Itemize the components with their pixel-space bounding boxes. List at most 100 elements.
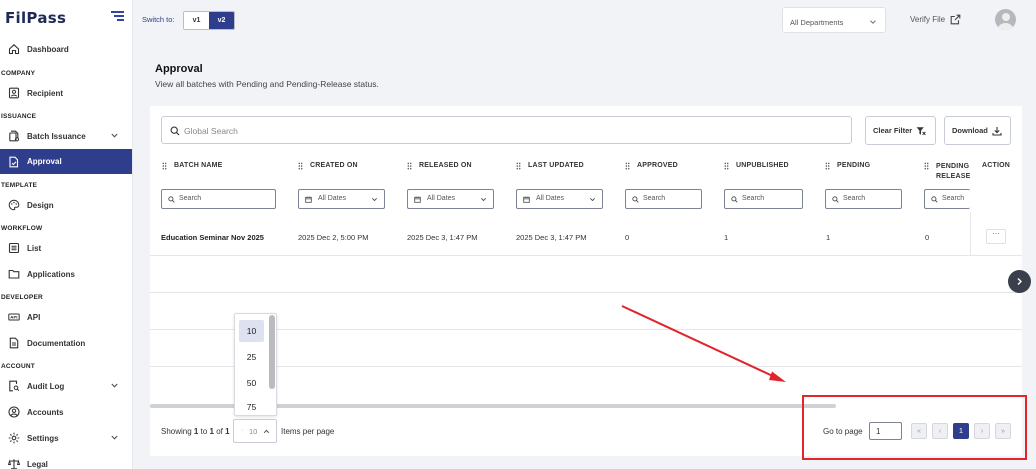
sidebar-item-audit-log[interactable]: Audit Log — [0, 374, 132, 398]
sidebar-item-applications[interactable]: Applications — [0, 262, 132, 286]
global-search-input[interactable]: Global Search — [161, 116, 852, 144]
sidebar-collapse-icon[interactable] — [111, 11, 124, 22]
sidebar-item-api[interactable]: API API — [0, 305, 132, 329]
filter-released-on[interactable]: All Dates — [407, 189, 494, 209]
version-v1-button[interactable]: v1 — [184, 12, 209, 29]
download-button[interactable]: Download — [944, 116, 1011, 145]
column-header-unpublished[interactable]: UNPUBLISHED — [724, 162, 789, 170]
palette-icon — [7, 199, 20, 212]
column-header-label: PENDING — [837, 162, 871, 169]
cell-unpublished: 1 — [724, 233, 729, 242]
items-per-page-option[interactable]: 10 — [239, 320, 264, 342]
sidebar-item-label: Audit Log — [27, 381, 65, 391]
sidebar-item-list[interactable]: List — [0, 236, 132, 260]
calendar-icon — [414, 196, 421, 203]
scales-icon — [7, 458, 20, 469]
drag-handle-icon[interactable] — [298, 162, 303, 170]
search-icon — [832, 196, 839, 203]
cell-created-on: 2025 Dec 2, 5:00 PM — [298, 233, 369, 242]
filter-batch-name[interactable]: Search — [161, 189, 276, 209]
version-switch-label: Switch to: — [142, 15, 175, 24]
user-avatar[interactable] — [995, 9, 1016, 30]
sidebar-item-dashboard[interactable]: Dashboard — [0, 37, 132, 61]
items-per-page-select[interactable]: · 10 — [233, 419, 277, 443]
sidebar-item-accounts[interactable]: Accounts — [0, 400, 132, 424]
row-actions-button[interactable]: ··· — [986, 229, 1006, 244]
sidebar-item-recipient[interactable]: Recipient — [0, 81, 132, 105]
drag-handle-icon[interactable] — [516, 162, 521, 170]
chevron-up-icon — [263, 429, 270, 434]
sidebar-item-label: Accounts — [27, 407, 64, 417]
items-per-page-option[interactable]: 50 — [239, 372, 264, 394]
search-icon — [632, 196, 639, 203]
column-header-created-on[interactable]: CREATED ON — [298, 162, 358, 170]
sidebar-item-settings[interactable]: Settings — [0, 426, 132, 450]
document-search-icon — [7, 380, 20, 393]
drag-handle-icon[interactable] — [825, 162, 830, 170]
filter-approved[interactable]: Search — [625, 189, 702, 209]
dropdown-scrollbar[interactable] — [269, 315, 275, 389]
filter-placeholder: All Dates — [536, 195, 565, 202]
document-icon — [7, 337, 20, 350]
version-v2-button[interactable]: v2 — [209, 12, 234, 29]
column-header-approved[interactable]: APPROVED — [625, 162, 678, 170]
clear-filter-button[interactable]: Clear Filter — [865, 116, 936, 145]
cell-pending: 1 — [826, 233, 831, 242]
download-label: Download — [952, 126, 988, 135]
cell-batch-name[interactable]: Education Seminar Nov 2025 — [161, 233, 264, 242]
sidebar-item-documentation[interactable]: Documentation — [0, 331, 132, 355]
sidebar-item-design[interactable]: Design — [0, 193, 132, 217]
column-header-released-on[interactable]: RELEASED ON — [407, 162, 472, 170]
column-header-last-updated[interactable]: LAST UPDATED — [516, 162, 584, 170]
column-header-batch-name[interactable]: BATCH NAME — [162, 162, 223, 170]
sidebar-item-label: List — [27, 243, 42, 253]
download-icon — [992, 126, 1002, 136]
home-icon — [7, 43, 20, 56]
annotation-highlight-box — [802, 395, 1027, 460]
drag-handle-icon[interactable] — [407, 162, 412, 170]
chevron-down-icon — [372, 198, 377, 202]
sidebar-item-approval[interactable]: Approval — [0, 149, 132, 174]
filter-clear-icon — [916, 126, 926, 135]
column-header-action: ACTION — [982, 162, 1010, 169]
items-per-page-dropdown: 10 25 50 75 — [234, 313, 277, 416]
drag-handle-icon[interactable] — [724, 162, 729, 170]
row-divider — [150, 292, 1022, 293]
drag-handle-icon[interactable] — [162, 162, 167, 170]
sidebar-item-batch-issuance[interactable]: Batch Issuance — [0, 124, 132, 148]
items-per-page-option[interactable]: 25 — [239, 346, 264, 368]
column-header-label: PENDING RELEASE — [936, 163, 971, 180]
items-per-page-option[interactable]: 75 — [239, 398, 264, 416]
row-divider — [150, 329, 1022, 330]
filter-placeholder: Search — [942, 195, 965, 202]
chevron-right-icon — [1017, 278, 1022, 285]
scroll-right-button[interactable] — [1008, 270, 1031, 293]
verify-file-link[interactable]: Verify File — [910, 14, 961, 25]
api-icon: API — [7, 311, 20, 324]
column-header-label: UNPUBLISHED — [736, 162, 789, 169]
select-caret-icon: · — [241, 427, 244, 434]
filter-created-on[interactable]: All Dates — [298, 189, 385, 209]
column-header-pending-release[interactable]: PENDING RELEASE — [924, 162, 972, 182]
search-icon — [168, 196, 175, 203]
cell-released-on: 2025 Dec 3, 1:47 PM — [407, 233, 478, 242]
chevron-down-icon — [590, 198, 595, 202]
column-header-label: APPROVED — [637, 162, 678, 169]
drag-handle-icon[interactable] — [625, 162, 630, 170]
showing-total: 1 — [225, 427, 230, 436]
column-header-pending[interactable]: PENDING — [825, 162, 870, 170]
filter-placeholder: All Dates — [427, 195, 456, 202]
drag-handle-icon[interactable] — [924, 162, 929, 170]
column-header-label: RELEASED ON — [419, 162, 472, 169]
filter-placeholder: Search — [643, 195, 666, 202]
document-check-icon — [7, 155, 20, 168]
sidebar-item-label: Batch Issuance — [27, 131, 86, 141]
cell-pending-release: 0 — [925, 233, 930, 242]
filter-pending-release[interactable]: Search — [924, 189, 970, 209]
department-select[interactable]: All Departments — [782, 7, 886, 33]
filter-unpublished[interactable]: Search — [724, 189, 803, 209]
sidebar-item-legal[interactable]: Legal — [0, 452, 132, 469]
filter-last-updated[interactable]: All Dates — [516, 189, 603, 209]
filter-pending[interactable]: Search — [825, 189, 902, 209]
brand-logo[interactable]: FilPass — [5, 9, 66, 27]
